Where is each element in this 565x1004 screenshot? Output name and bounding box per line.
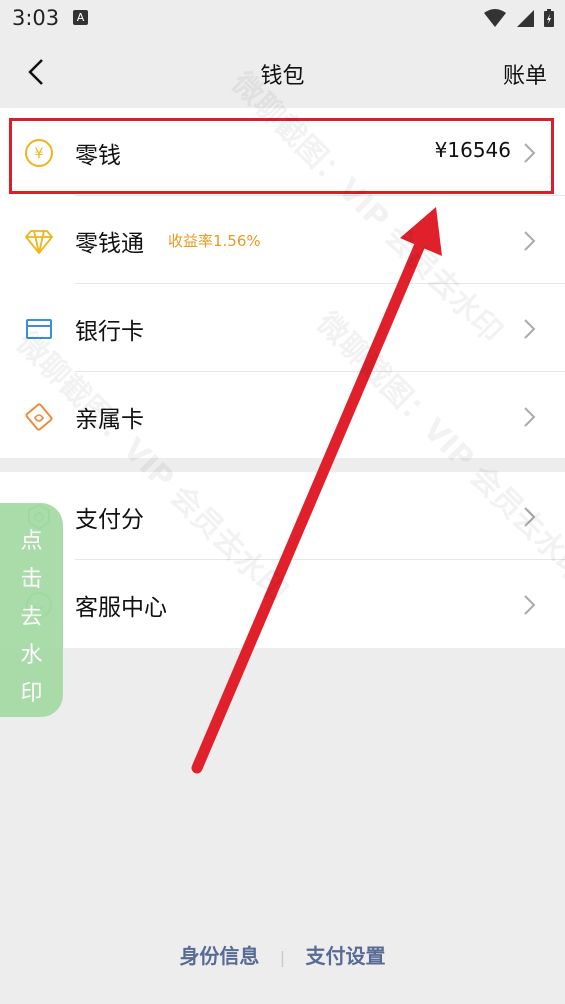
payment-settings-link[interactable]: 支付设置: [306, 944, 386, 968]
footer-separator: |: [279, 948, 286, 967]
footer-links: 身份信息 | 支付设置: [0, 940, 565, 969]
identity-info-link[interactable]: 身份信息: [179, 944, 259, 968]
annotation-arrow: [191, 207, 442, 774]
remove-watermark-button[interactable]: 点击去水印: [0, 503, 63, 717]
remove-watermark-label: 点击去水印: [20, 529, 43, 706]
